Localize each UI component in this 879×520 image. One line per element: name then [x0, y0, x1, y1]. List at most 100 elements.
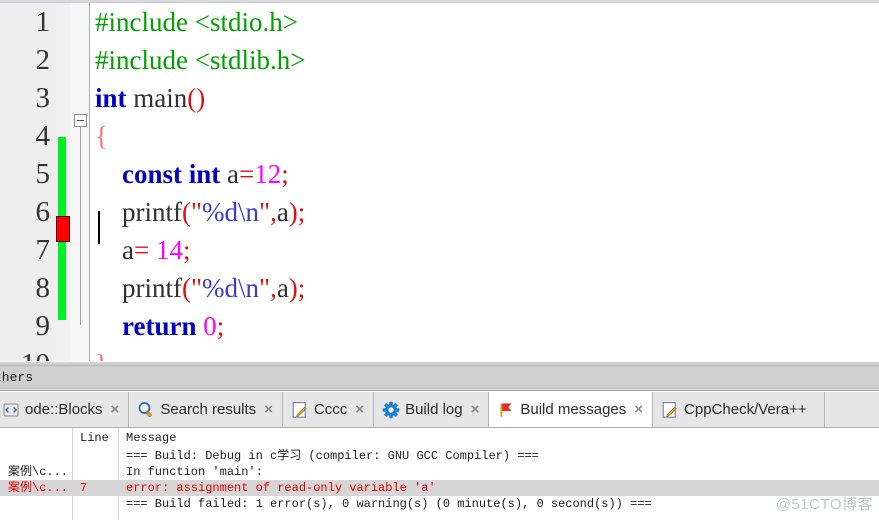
table-row[interactable]: === Build: Debug in c学习 (compiler: GNU G…: [0, 448, 879, 464]
code-token: =: [239, 159, 255, 189]
code-line[interactable]: 10}: [0, 345, 879, 361]
line-number: 6: [35, 196, 51, 228]
code-token: 12: [254, 159, 282, 189]
close-icon[interactable]: ×: [471, 401, 480, 418]
code-token: ": [259, 273, 271, 303]
col-header-line[interactable]: Line: [72, 428, 118, 448]
table-row[interactable]: 案例\c... In function 'main':: [0, 464, 879, 480]
line-number: 5: [35, 158, 51, 190]
source-editor[interactable]: 1 #include <stdio.h> 2 #include <stdlib.h> 3…: [0, 0, 879, 361]
code-token: {: [95, 121, 108, 151]
code-token: #include: [95, 45, 195, 75]
splitter-label: thers: [0, 370, 34, 385]
tab-cccc[interactable]: Cccc ×: [282, 392, 375, 427]
pencil-note-icon: [291, 401, 309, 419]
code-token: ": [259, 197, 271, 227]
gear-icon: [382, 401, 400, 419]
code-token: }: [95, 349, 108, 361]
code-line-text: return 0;: [95, 307, 224, 345]
tab-label: Cccc: [313, 401, 348, 418]
code-line[interactable]: 9 return 0;: [0, 307, 879, 345]
code-token: ,: [270, 197, 277, 227]
code-token: ;: [297, 197, 306, 227]
cell-line: [72, 464, 118, 480]
code-token: ;: [216, 311, 225, 341]
tab-label: ode::Blocks: [25, 401, 103, 418]
code-line[interactable]: 8 printf("%d\n",a);: [0, 269, 879, 307]
code-token: (): [187, 83, 206, 113]
code-token: ): [288, 197, 298, 227]
line-number: 4: [35, 120, 51, 152]
cell-message: === Build failed: 1 error(s), 0 warning(…: [126, 497, 652, 511]
tab-search-results[interactable]: Search results ×: [129, 392, 283, 427]
table-header-row: Line Message: [0, 428, 879, 448]
tab-build-log[interactable]: Build log ×: [374, 392, 490, 427]
panel-splitter-bar[interactable]: thers: [0, 361, 879, 391]
code-line[interactable]: 6 printf("%d\n",a);: [0, 193, 879, 231]
code-token: printf: [122, 273, 182, 303]
code-token: ): [288, 273, 298, 303]
code-token: =: [133, 235, 156, 265]
code-line[interactable]: 1 #include <stdio.h>: [0, 3, 879, 41]
tab-cppcheck-vera[interactable]: CppCheck/Vera++: [653, 392, 825, 427]
cell-line: [72, 448, 118, 464]
pencil-note-icon: [661, 401, 679, 419]
tab-ode-blocks[interactable]: ode::Blocks ×: [0, 392, 130, 427]
code-line[interactable]: 2 #include <stdlib.h>: [0, 41, 879, 79]
code-token: a: [220, 159, 239, 189]
cell-file: 案例\c...: [8, 465, 69, 479]
line-number: 1: [35, 6, 51, 38]
cell-file: [0, 448, 72, 464]
table-row[interactable]: 案例\c... 7 error: assignment of read-only v…: [0, 480, 879, 496]
tab-label: Build log: [405, 401, 463, 418]
line-number: 2: [35, 44, 51, 76]
code-line[interactable]: 7 a= 14;: [0, 231, 879, 269]
code-line-text: int main(): [95, 79, 205, 117]
close-icon[interactable]: ×: [111, 401, 120, 418]
table-row[interactable]: === Build failed: 1 error(s), 0 warning(…: [0, 496, 879, 512]
code-token: <stdlib.h>: [194, 45, 306, 75]
close-icon[interactable]: ×: [264, 401, 273, 418]
code-line[interactable]: 5 const int a=12;: [0, 155, 879, 193]
col-header-file[interactable]: [0, 428, 72, 448]
cell-line: 7: [80, 481, 88, 495]
code-token: a: [122, 235, 134, 265]
code-token: int: [95, 83, 127, 113]
col-header-message[interactable]: Message: [118, 428, 879, 448]
code-line[interactable]: 4{: [0, 117, 879, 155]
tab-build-messages[interactable]: Build messages ×: [489, 392, 654, 427]
code-token: ,: [270, 273, 277, 303]
code-token: const int: [122, 159, 221, 189]
code-token: #include: [95, 7, 195, 37]
code-token: ": [191, 273, 203, 303]
table-header: Line Message: [0, 428, 879, 448]
code-line-text: #include <stdio.h>: [95, 3, 298, 41]
code-line-text: #include <stdlib.h>: [95, 41, 305, 79]
build-messages-panel[interactable]: Line Message === Build: Debug in c学习 (co…: [0, 428, 879, 520]
code-token: ;: [297, 273, 306, 303]
cell-line: [72, 496, 118, 512]
line-number: 7: [35, 234, 51, 266]
flag-icon: [497, 401, 515, 419]
codeblocks-window: 1 #include <stdio.h> 2 #include <stdlib.h> 3…: [0, 0, 879, 520]
line-number: 3: [35, 82, 51, 114]
code-token: ": [191, 197, 203, 227]
code-token: printf: [122, 197, 182, 227]
code-line[interactable]: 3 int main(): [0, 79, 879, 117]
close-icon[interactable]: ×: [355, 401, 364, 418]
bottom-panel-tab-bar[interactable]: ode::Blocks × Search results × Cccc × Build lo…: [0, 392, 879, 428]
code-token: (: [182, 197, 191, 227]
cell-message: === Build: Debug in c学习 (compiler: GNU G…: [126, 449, 539, 463]
code-token: 14: [155, 235, 183, 265]
code-token: 0: [203, 311, 217, 341]
cell-file: 案例\c...: [8, 481, 69, 495]
close-icon[interactable]: ×: [634, 401, 643, 418]
code-token: ;: [281, 159, 289, 189]
table-body: === Build: Debug in c学习 (compiler: GNU G…: [0, 448, 879, 512]
line-number: 8: [35, 272, 51, 304]
magnifier-icon: [137, 401, 155, 419]
